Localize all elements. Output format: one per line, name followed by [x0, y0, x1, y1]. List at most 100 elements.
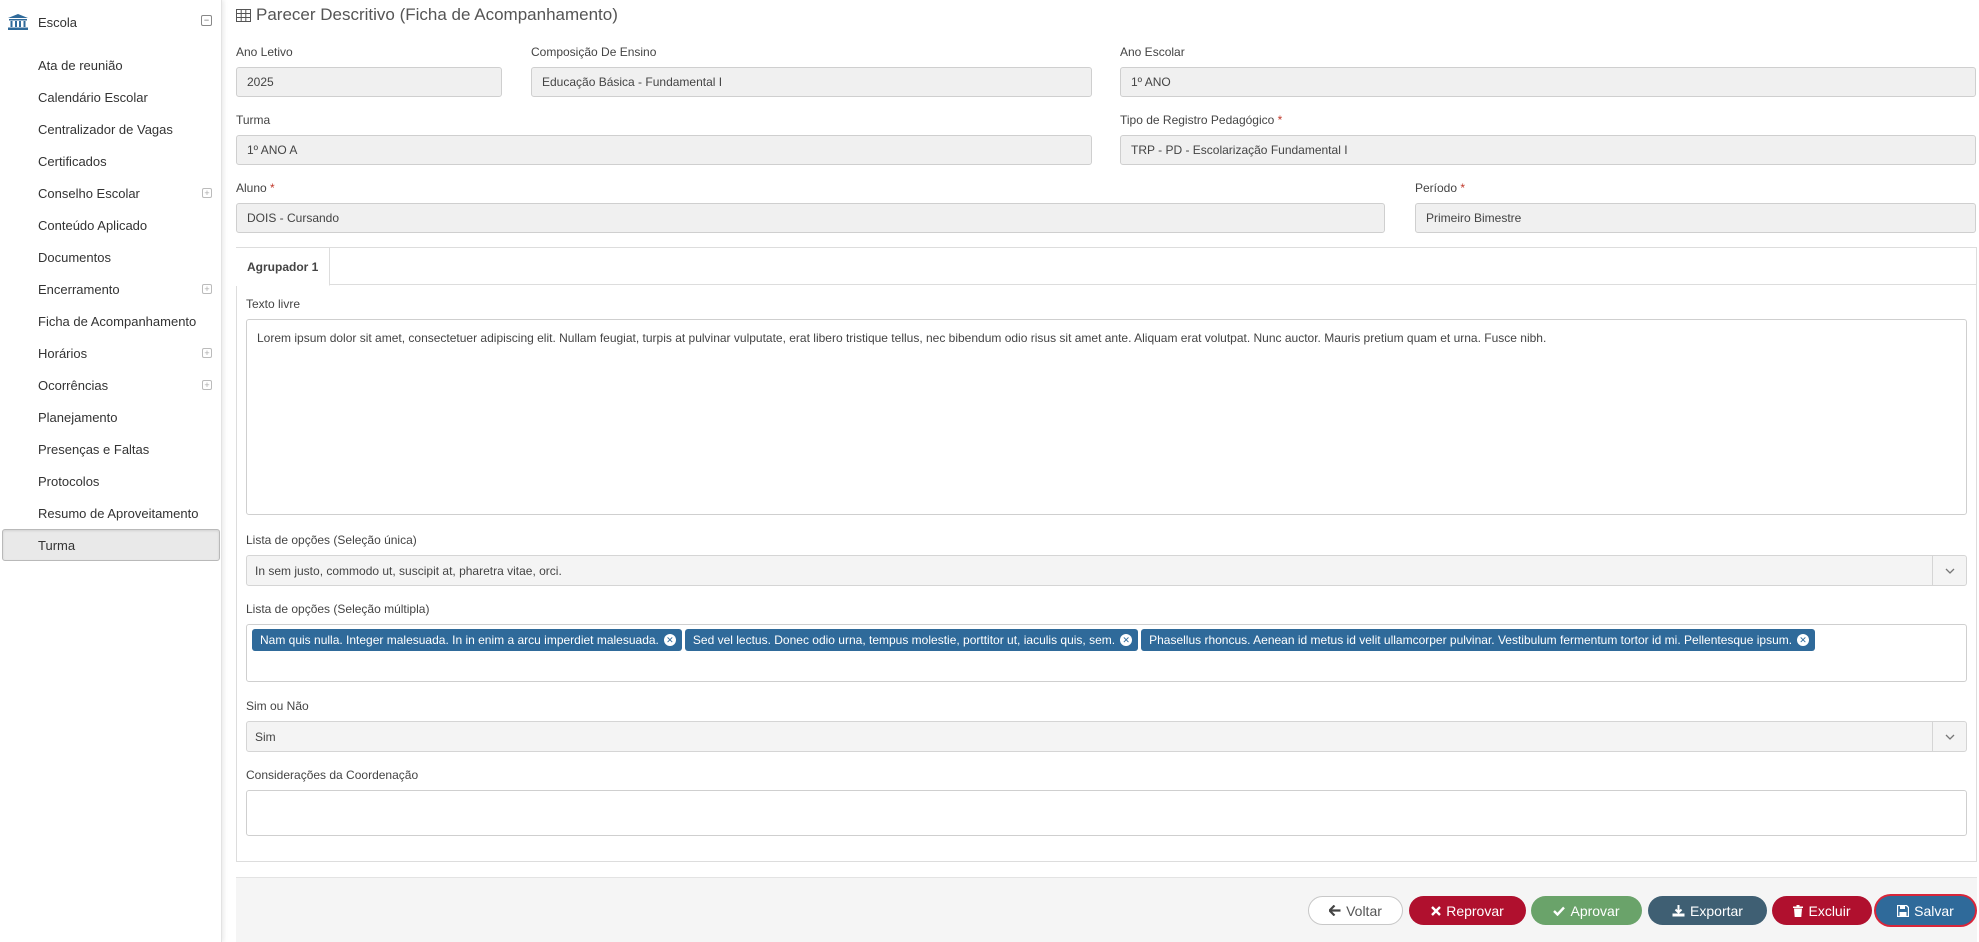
turma-field[interactable]: 1º ANO A [236, 135, 1092, 165]
remove-chip-icon[interactable]: ✕ [663, 634, 676, 646]
required-marker: * [1460, 181, 1466, 195]
sidebar-item-label: Horários [38, 345, 88, 361]
sidebar-item-label: Certificados [38, 153, 107, 169]
aprovar-label: Aprovar [1570, 902, 1620, 919]
composicao-field[interactable]: Educação Básica - Fundamental I [531, 67, 1092, 97]
chevron-down-icon[interactable] [1932, 556, 1966, 585]
excluir-button[interactable]: Excluir [1772, 896, 1872, 925]
chevron-down-icon[interactable] [1932, 722, 1966, 751]
close-icon [1431, 905, 1442, 916]
sidebar-item-label: Protocolos [38, 473, 100, 489]
sidebar-item[interactable]: Ocorrências + [0, 369, 222, 401]
sidebar-item-label: Turma [38, 537, 76, 553]
chip-label: Phasellus rhoncus. Aenean id metus id ve… [1149, 633, 1793, 647]
chip-label: Sed vel lectus. Donec odio urna, tempus … [692, 633, 1116, 647]
reprovar-label: Reprovar [1446, 902, 1504, 919]
selecao-unica-value: In sem justo, commodo ut, suscipit at, p… [255, 563, 562, 578]
action-footer: Voltar Reprovar Aprovar Exportar Excluir… [236, 877, 1977, 942]
sim-nao-select[interactable]: Sim [246, 721, 1967, 752]
collapse-icon[interactable]: − [201, 15, 212, 26]
aluno-label-text: Aluno [236, 181, 267, 195]
consideracoes-label: Considerações da Coordenação [246, 768, 419, 782]
tab-bar: Agrupador 1 [236, 247, 1977, 286]
exportar-button[interactable]: Exportar [1648, 896, 1767, 925]
sidebar-item[interactable]: Ficha de Acompanhamento [0, 305, 222, 337]
sidebar-item-label: Ficha de Acompanhamento [38, 313, 197, 329]
periodo-label: Período * [1415, 181, 1465, 195]
sidebar-item-label: Conteúdo Aplicado [38, 217, 148, 233]
composicao-label: Composição De Ensino [531, 45, 657, 59]
arrow-left-icon [1329, 905, 1341, 916]
sidebar-item[interactable]: Protocolos [0, 465, 222, 497]
turma-label: Turma [236, 113, 271, 127]
reprovar-button[interactable]: Reprovar [1409, 896, 1526, 925]
tab-agrupador-1[interactable]: Agrupador 1 [236, 248, 331, 286]
chip-label: Nam quis nulla. Integer malesuada. In in… [260, 633, 659, 647]
sidebar-item-label: Ata de reunião [38, 57, 123, 73]
expand-icon[interactable]: + [202, 348, 212, 358]
sidebar-item[interactable]: Encerramento + [0, 273, 222, 305]
sidebar-item-label: Conselho Escolar [38, 185, 140, 201]
sidebar-item-label: Calendário Escolar [38, 89, 148, 105]
sidebar-item[interactable]: Resumo de Aproveitamento [0, 497, 222, 529]
periodo-label-text: Período [1415, 181, 1458, 195]
voltar-button[interactable]: Voltar [1308, 896, 1403, 925]
sidebar-header-label: Escola [38, 14, 78, 30]
required-marker: * [1277, 113, 1283, 127]
sidebar: Escola − Ata de reunião Calendário Escola… [0, 0, 222, 942]
selecao-multipla-label: Lista de opções (Seleção múltipla) [246, 602, 430, 616]
sidebar-item[interactable]: Planejamento [0, 401, 222, 433]
sidebar-item[interactable]: Documentos [0, 241, 222, 273]
selecao-unica-select[interactable]: In sem justo, commodo ut, suscipit at, p… [246, 555, 1967, 586]
consideracoes-textarea[interactable] [246, 790, 1967, 836]
sidebar-item[interactable]: Conselho Escolar + [0, 177, 222, 209]
ano-escolar-field[interactable]: 1º ANO [1120, 67, 1976, 97]
selected-option-chip: Phasellus rhoncus. Aenean id metus id ve… [1141, 629, 1816, 651]
sidebar-item-label: Documentos [38, 249, 111, 265]
sidebar-item[interactable]: Centralizador de Vagas [0, 113, 222, 145]
selecao-multipla-input[interactable]: Nam quis nulla. Integer malesuada. In in… [246, 624, 1967, 682]
salvar-button[interactable]: Salvar [1876, 896, 1975, 925]
salvar-label: Salvar [1914, 902, 1954, 919]
aluno-field[interactable]: DOIS - Cursando [236, 203, 1385, 233]
page-title: Parecer Descritivo (Ficha de Acompanhame… [236, 5, 618, 25]
ano-letivo-label: Ano Letivo [236, 45, 293, 59]
page-title-text: Parecer Descritivo (Ficha de Acompanhame… [256, 5, 618, 24]
sidebar-item-label: Resumo de Aproveitamento [38, 505, 199, 521]
sidebar-item[interactable]: Presenças e Faltas [0, 433, 222, 465]
texto-livre-label: Texto livre [246, 297, 301, 311]
remove-chip-icon[interactable]: ✕ [1797, 634, 1810, 646]
texto-livre-textarea[interactable]: Lorem ipsum dolor sit amet, consectetuer… [246, 319, 1967, 515]
sidebar-item-label: Encerramento [38, 281, 120, 297]
voltar-label: Voltar [1346, 902, 1382, 919]
expand-icon[interactable]: + [202, 380, 212, 390]
selecao-unica-label: Lista de opções (Seleção única) [246, 533, 417, 547]
institution-icon [8, 14, 28, 30]
tipo-registro-field[interactable]: TRP - PD - Escolarização Fundamental I [1120, 135, 1976, 165]
required-marker: * [270, 181, 275, 195]
sim-nao-label: Sim ou Não [246, 699, 309, 713]
save-icon [1897, 904, 1910, 917]
download-icon [1672, 904, 1685, 916]
remove-chip-icon[interactable]: ✕ [1120, 634, 1133, 646]
sidebar-header-escola[interactable]: Escola − [0, 8, 222, 36]
tipo-registro-label-text: Tipo de Registro Pedagógico [1120, 113, 1275, 127]
aluno-label: Aluno * [236, 181, 275, 195]
sidebar-item[interactable]: Ata de reunião [0, 49, 222, 81]
check-icon [1553, 906, 1566, 916]
sidebar-item[interactable]: Calendário Escolar [0, 81, 222, 113]
sidebar-item-label: Centralizador de Vagas [38, 121, 173, 137]
sidebar-item[interactable]: Horários + [0, 337, 222, 369]
selected-option-chip: Sed vel lectus. Donec odio urna, tempus … [684, 629, 1139, 651]
expand-icon[interactable]: + [202, 188, 212, 198]
sidebar-item[interactable]: Conteúdo Aplicado [0, 209, 222, 241]
sidebar-item[interactable]: Certificados [0, 145, 222, 177]
periodo-field[interactable]: Primeiro Bimestre [1415, 203, 1976, 233]
sidebar-item-label: Planejamento [38, 409, 118, 425]
table-icon [236, 8, 251, 22]
aprovar-button[interactable]: Aprovar [1531, 896, 1642, 925]
sidebar-menu: Ata de reunião Calendário Escolar Centrali… [0, 49, 222, 561]
ano-letivo-field[interactable]: 2025 [236, 67, 502, 97]
sidebar-item[interactable]: Turma [2, 529, 220, 561]
expand-icon[interactable]: + [202, 284, 212, 294]
